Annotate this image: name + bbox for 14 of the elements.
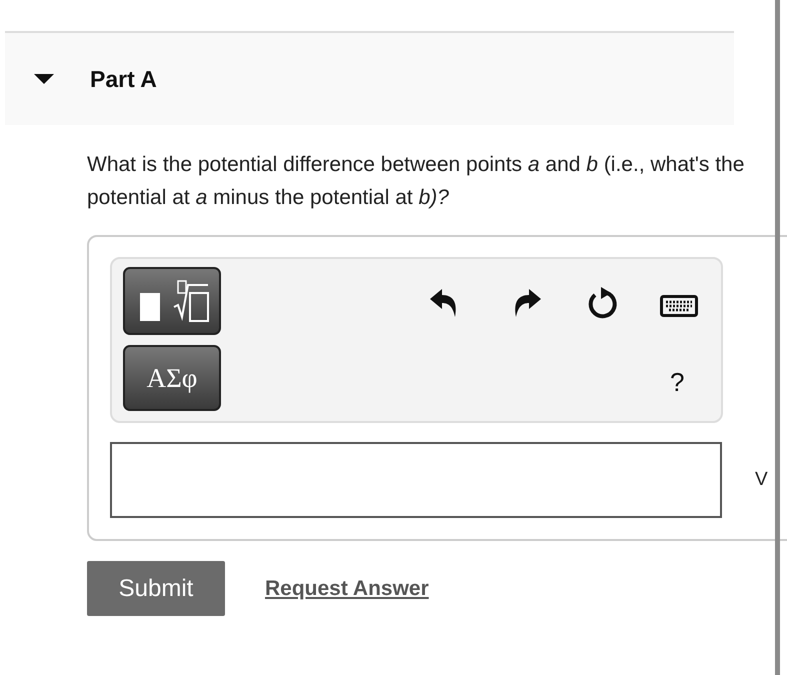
redo-icon[interactable] [513,287,541,319]
symbols-button[interactable]: ΑΣφ [123,345,221,411]
part-title: Part A [90,64,157,94]
part-header[interactable]: Part A [5,31,734,125]
undo-icon[interactable] [430,287,458,319]
help-link[interactable]: ? [670,363,684,402]
question-text: What is the potential difference between points a and b (i.e., what's the potential at a minus the potential at b)? [87,152,746,211]
reset-icon[interactable] [587,285,619,321]
templates-button[interactable] [123,267,221,335]
unit-label: V [755,468,768,492]
answer-input[interactable] [110,442,722,518]
keyboard-icon[interactable] [660,295,698,317]
request-answer-link[interactable]: Request Answer [265,572,429,604]
submit-button[interactable]: Submit [87,561,225,616]
